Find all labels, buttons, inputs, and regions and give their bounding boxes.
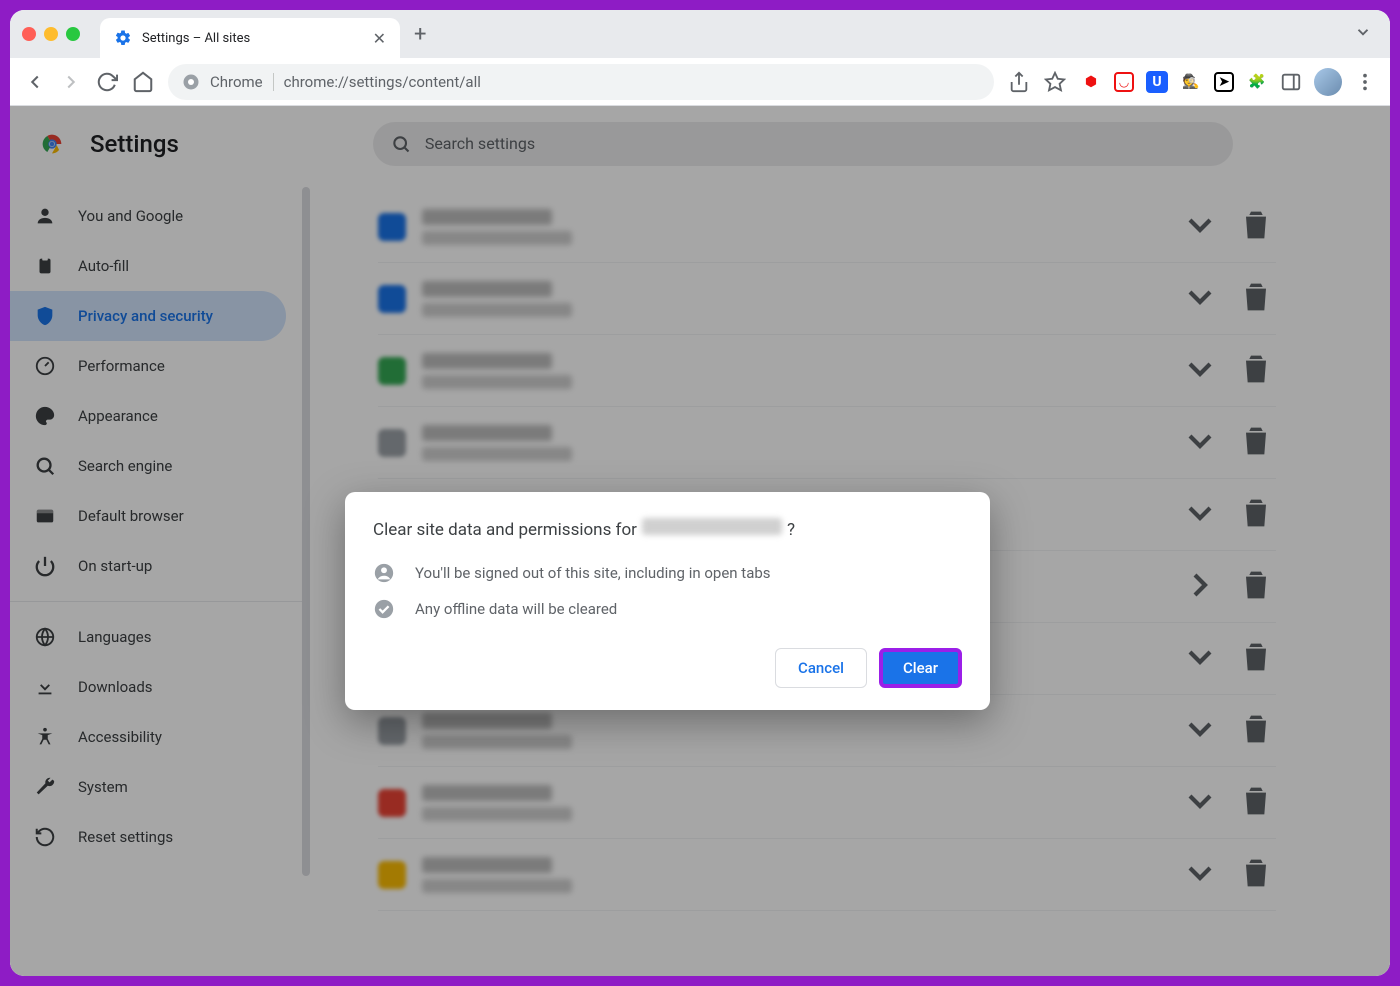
clear-site-data-dialog: Clear site data and permissions for ? Yo… bbox=[345, 492, 990, 710]
redacted-site-name bbox=[642, 518, 782, 535]
dialog-title: Clear site data and permissions for ? bbox=[373, 518, 962, 540]
extension-icon-3[interactable]: U bbox=[1146, 71, 1168, 93]
side-panel-icon[interactable] bbox=[1280, 71, 1302, 93]
minimize-window-button[interactable] bbox=[44, 27, 58, 41]
gear-icon bbox=[114, 29, 132, 47]
close-window-button[interactable] bbox=[22, 27, 36, 41]
extension-icon-5[interactable]: ➤ bbox=[1214, 72, 1234, 92]
browser-toolbar: Chrome chrome://settings/content/all ⬢ ◡… bbox=[10, 58, 1390, 106]
back-button[interactable] bbox=[24, 71, 46, 93]
check-circle-icon bbox=[373, 598, 395, 620]
maximize-window-button[interactable] bbox=[66, 27, 80, 41]
bookmark-star-icon[interactable] bbox=[1044, 71, 1066, 93]
kebab-menu-icon[interactable] bbox=[1354, 71, 1376, 93]
cancel-button[interactable]: Cancel bbox=[775, 648, 867, 688]
profile-avatar[interactable] bbox=[1314, 68, 1342, 96]
extension-icon-2[interactable]: ◡ bbox=[1114, 72, 1134, 92]
tab-title: Settings – All sites bbox=[142, 31, 363, 46]
person-circle-icon bbox=[373, 562, 395, 584]
reload-button[interactable] bbox=[96, 71, 118, 93]
titlebar: Settings – All sites ✕ + bbox=[10, 10, 1390, 58]
clear-button[interactable]: Clear bbox=[879, 648, 962, 688]
address-url: chrome://settings/content/all bbox=[284, 73, 481, 91]
home-button[interactable] bbox=[132, 71, 154, 93]
extension-icons: ⬢ ◡ U 🕵️ ➤ 🧩 bbox=[1080, 68, 1376, 96]
extension-icon-1[interactable]: ⬢ bbox=[1080, 71, 1102, 93]
address-label: Chrome bbox=[210, 73, 274, 91]
dialog-info-signout: You'll be signed out of this site, inclu… bbox=[373, 562, 962, 584]
address-bar[interactable]: Chrome chrome://settings/content/all bbox=[168, 64, 994, 100]
chrome-icon bbox=[182, 73, 200, 91]
share-icon[interactable] bbox=[1008, 71, 1030, 93]
new-tab-button[interactable]: + bbox=[414, 22, 426, 47]
extensions-puzzle-icon[interactable]: 🧩 bbox=[1246, 71, 1268, 93]
dialog-info-offline: Any offline data will be cleared bbox=[373, 598, 962, 620]
window-controls bbox=[22, 27, 80, 41]
tabs-dropdown-icon[interactable] bbox=[1354, 23, 1372, 45]
extension-icon-4[interactable]: 🕵️ bbox=[1180, 71, 1202, 93]
browser-tab[interactable]: Settings – All sites ✕ bbox=[100, 18, 400, 58]
forward-button[interactable] bbox=[60, 71, 82, 93]
close-tab-icon[interactable]: ✕ bbox=[373, 29, 386, 48]
